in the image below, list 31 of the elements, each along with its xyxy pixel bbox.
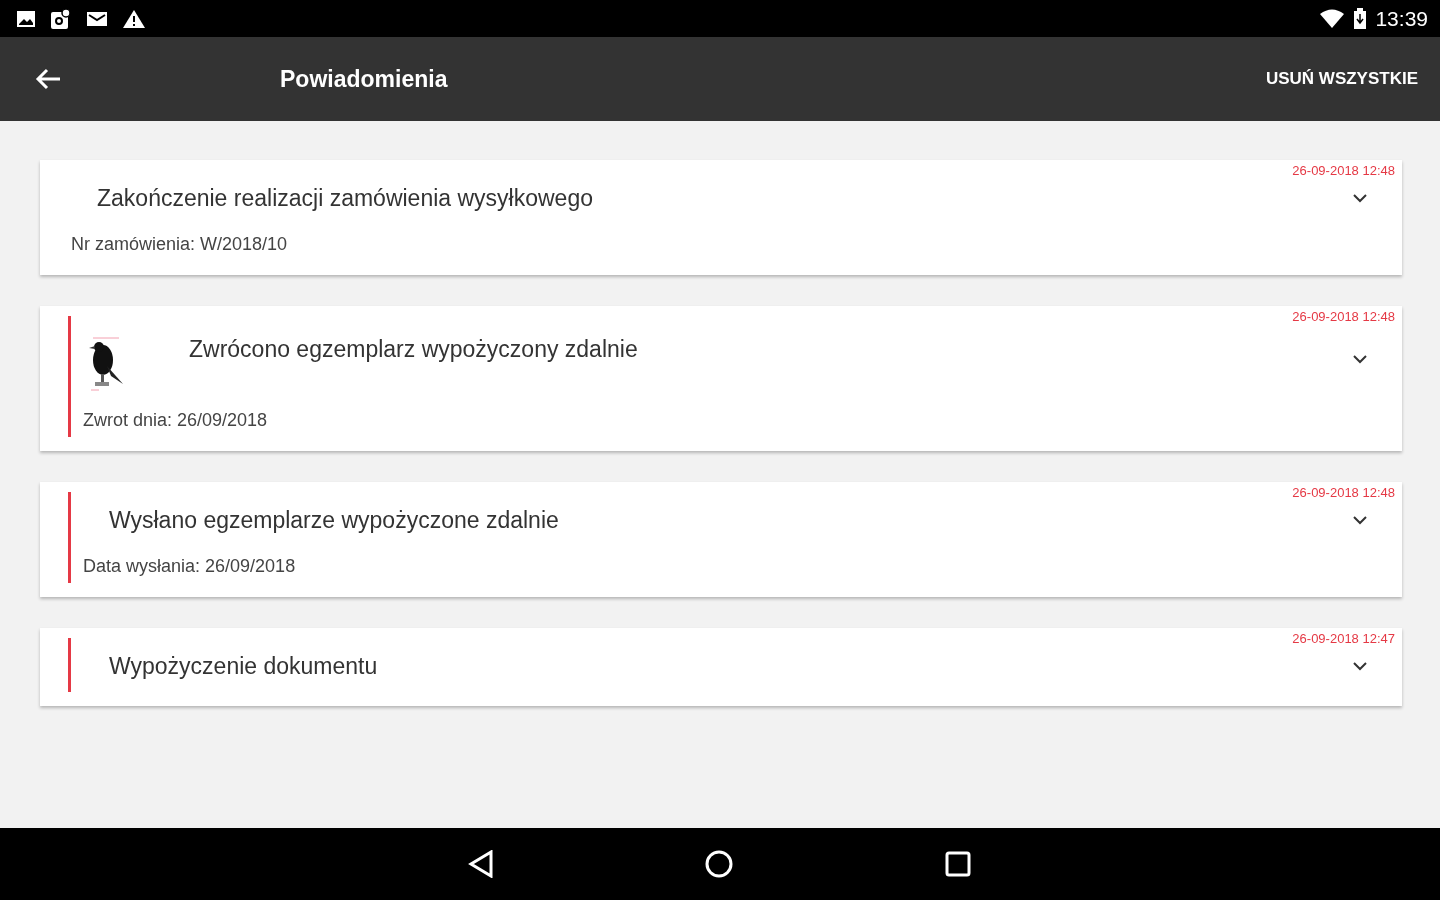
wifi-icon [1319, 8, 1346, 29]
notification-detail: Nr zamówienia: W/2018/10 [71, 234, 289, 255]
notification-date: 26-09-2018 12:47 [1291, 630, 1396, 646]
notification-detail: Zwrot dnia: 26/09/2018 [83, 410, 269, 431]
expand-icon[interactable] [1352, 661, 1368, 671]
screen-title: Powiadomienia [280, 65, 449, 93]
notification-date: 26-09-2018 12:48 [1291, 308, 1396, 324]
recent-apps-icon[interactable] [944, 850, 972, 878]
notification-card[interactable]: 26-09-2018 12:48 Wysłano egzemplarze wypożyczone zdalnie Data wysłania: 26/09/2018 [40, 482, 1402, 597]
notification-title: Zakończenie realizacji zamówienia wysyłkowego [96, 184, 594, 212]
notification-title: Wypożyczenie dokumentu [108, 652, 379, 680]
notification-date: 26-09-2018 12:48 [1291, 162, 1396, 178]
expand-icon[interactable] [1352, 515, 1368, 525]
expand-icon[interactable] [1352, 193, 1368, 203]
battery-icon [1353, 7, 1368, 30]
notification-card[interactable]: 26-09-2018 12:48 Zakończenie realizacji zamówienia wysyłkowego Nr zamówienia: W/2018/10 [40, 160, 1402, 275]
image-icon [16, 9, 36, 28]
notification-card[interactable]: 26-09-2018 12:47 Wypożyczenie dokumentu [40, 628, 1402, 706]
notification-title: Zwrócono egzemplarz wypożyczony zdalnie [188, 335, 639, 364]
clock-time: 13:39 [1375, 6, 1428, 31]
back-icon[interactable] [468, 850, 494, 878]
notification-title: Wysłano egzemplarze wypożyczone zdalnie [108, 506, 560, 534]
expand-icon[interactable] [1352, 354, 1368, 364]
back-button[interactable] [34, 67, 62, 91]
notification-card[interactable]: 26-09-2018 12:48 Zwrócono egzemplarz wypożyczony zdalnie Zwrot dnia: 26/09/2018 [40, 306, 1402, 451]
notification-detail: Data wysłania: 26/09/2018 [83, 556, 297, 577]
home-icon[interactable] [704, 849, 734, 879]
mail-icon [86, 9, 108, 28]
warning-icon [122, 8, 146, 29]
notification-date: 26-09-2018 12:48 [1291, 484, 1396, 500]
delete-all-button[interactable]: USUŃ WSZYSTKIE [1261, 65, 1422, 93]
